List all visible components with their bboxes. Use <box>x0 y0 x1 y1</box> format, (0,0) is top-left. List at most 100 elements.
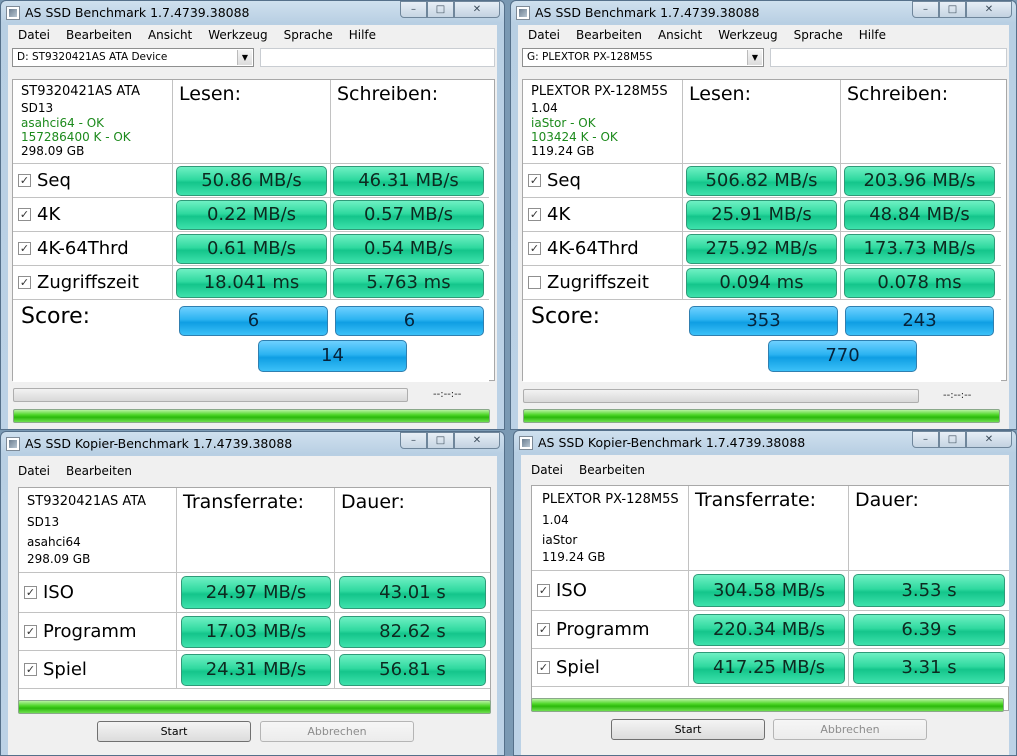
close-button[interactable]: ✕ <box>966 431 1012 448</box>
menu-sprache[interactable]: Sprache <box>276 25 341 45</box>
drive-info: PLEXTOR PX-128M5S 1.04 iaStor - OK 10342… <box>523 80 683 164</box>
title-bar[interactable]: AS SSD Benchmark 1.7.4739.38088 – □ ✕ <box>511 1 1016 25</box>
menu-hilfe[interactable]: Hilfe <box>851 25 894 45</box>
4k-checkbox[interactable]: ✓ <box>528 208 541 221</box>
zugriffszeit-checkbox[interactable]: ✓ <box>18 276 31 289</box>
4k-write-value: 48.84 MB/s <box>844 200 995 230</box>
4k-checkbox[interactable]: ✓ <box>18 208 31 221</box>
menu-datei[interactable]: Datei <box>523 455 571 485</box>
row-4k: ✓ 4K <box>13 198 173 232</box>
close-button[interactable]: ✕ <box>966 1 1012 18</box>
score-total: 770 <box>768 340 917 372</box>
driver-name: iaStor <box>542 533 578 547</box>
app-icon <box>519 436 533 450</box>
row-4k-64thrd: ✓ 4K-64Thrd <box>523 232 683 266</box>
4k-read-value: 0.22 MB/s <box>176 200 327 230</box>
programm-checkbox[interactable]: ✓ <box>24 625 37 638</box>
menu-bearbeiten[interactable]: Bearbeiten <box>568 25 650 45</box>
copy-results-grid: ST9320421AS ATA SD13 asahci64 298.09 GB … <box>18 487 491 712</box>
progress-bar-total <box>523 409 1000 423</box>
copy-progress-bar <box>531 698 1004 712</box>
row-label: 4K <box>547 204 571 225</box>
row-label: 4K-64Thrd <box>37 238 129 259</box>
cancel-button[interactable]: Abbrechen <box>773 719 927 740</box>
progress-bar-current <box>13 388 408 402</box>
benchmark-window-right: AS SSD Benchmark 1.7.4739.38088 – □ ✕ Da… <box>510 0 1017 430</box>
window-title: AS SSD Kopier-Benchmark 1.7.4739.38088 <box>25 436 293 451</box>
window-client: Datei Bearbeiten ST9320421AS ATA SD13 as… <box>8 456 497 755</box>
window-client: Datei Bearbeiten Ansicht Werkzeug Sprach… <box>518 25 1009 429</box>
menu-hilfe[interactable]: Hilfe <box>341 25 384 45</box>
status-textbox[interactable] <box>770 48 1007 67</box>
row-label: Zugriffszeit <box>37 272 139 293</box>
zugriffszeit-checkbox[interactable] <box>528 276 541 289</box>
app-icon <box>6 437 20 451</box>
menu-sprache[interactable]: Sprache <box>786 25 851 45</box>
programm-checkbox[interactable]: ✓ <box>537 623 550 636</box>
spiel-rate-value: 417.25 MB/s <box>693 652 845 684</box>
menu-datei[interactable]: Datei <box>520 25 568 45</box>
row-label: Programm <box>43 621 137 642</box>
menu-datei[interactable]: Datei <box>10 25 58 45</box>
close-button[interactable]: ✕ <box>454 1 500 18</box>
menu-bearbeiten[interactable]: Bearbeiten <box>58 25 140 45</box>
menu-datei[interactable]: Datei <box>10 456 58 486</box>
seq-checkbox[interactable]: ✓ <box>18 174 31 187</box>
drive-capacity: 119.24 GB <box>542 550 606 564</box>
row-programm: ✓ Programm <box>19 613 177 651</box>
iso-checkbox[interactable]: ✓ <box>537 584 550 597</box>
menu-ansicht[interactable]: Ansicht <box>650 25 710 45</box>
chevron-down-icon[interactable]: ▼ <box>747 50 762 65</box>
maximize-button[interactable]: □ <box>939 431 966 448</box>
maximize-button[interactable]: □ <box>427 1 454 18</box>
progress-bar-current <box>523 389 919 403</box>
drive-firmware: SD13 <box>27 515 60 529</box>
row-seq: ✓ Seq <box>13 164 173 198</box>
4k-64thrd-write-value: 0.54 MB/s <box>333 234 484 264</box>
spiel-checkbox[interactable]: ✓ <box>24 663 37 676</box>
drive-model: PLEXTOR PX-128M5S <box>531 84 668 99</box>
status-textbox[interactable] <box>260 48 495 67</box>
title-bar[interactable]: AS SSD Kopier-Benchmark 1.7.4739.38088 –… <box>514 431 1016 455</box>
start-button[interactable]: Start <box>611 719 765 740</box>
spiel-checkbox[interactable]: ✓ <box>537 661 550 674</box>
title-bar[interactable]: AS SSD Benchmark 1.7.4739.38088 – □ ✕ <box>1 1 504 25</box>
score-read: 6 <box>179 306 328 336</box>
drive-select-value: D: ST9320421AS ATA Device <box>17 51 168 63</box>
title-bar[interactable]: AS SSD Kopier-Benchmark 1.7.4739.38088 –… <box>1 432 504 456</box>
minimize-button[interactable]: – <box>400 1 427 18</box>
4k-64thrd-checkbox[interactable]: ✓ <box>18 242 31 255</box>
copy-benchmark-window-left: AS SSD Kopier-Benchmark 1.7.4739.38088 –… <box>0 431 505 756</box>
menu-werkzeug[interactable]: Werkzeug <box>710 25 785 45</box>
drive-select[interactable]: G: PLEXTOR PX-128M5S ▼ <box>522 48 764 67</box>
row-4k-64thrd: ✓ 4K-64Thrd <box>13 232 173 266</box>
menu-ansicht[interactable]: Ansicht <box>140 25 200 45</box>
minimize-button[interactable]: – <box>912 431 939 448</box>
start-button[interactable]: Start <box>97 721 251 742</box>
minimize-button[interactable]: – <box>400 432 427 449</box>
window-client: Datei Bearbeiten PLEXTOR PX-128M5S 1.04 … <box>521 455 1009 755</box>
4k-64thrd-checkbox[interactable]: ✓ <box>528 242 541 255</box>
chevron-down-icon[interactable]: ▼ <box>237 50 252 65</box>
seq-checkbox[interactable]: ✓ <box>528 174 541 187</box>
drive-select[interactable]: D: ST9320421AS ATA Device ▼ <box>12 48 254 67</box>
menu-bearbeiten[interactable]: Bearbeiten <box>571 455 653 485</box>
minimize-button[interactable]: – <box>912 1 939 18</box>
row-label: Programm <box>556 619 650 640</box>
row-label: Seq <box>547 170 581 191</box>
maximize-button[interactable]: □ <box>939 1 966 18</box>
copy-progress-bar <box>18 700 491 714</box>
drive-select-value: G: PLEXTOR PX-128M5S <box>527 51 653 63</box>
row-zugriffszeit: Zugriffszeit <box>523 266 683 300</box>
row-zugriffszeit: ✓ Zugriffszeit <box>13 266 173 300</box>
iso-checkbox[interactable]: ✓ <box>24 586 37 599</box>
menu-werkzeug[interactable]: Werkzeug <box>200 25 275 45</box>
close-button[interactable]: ✕ <box>454 432 500 449</box>
4k-64thrd-read-value: 0.61 MB/s <box>176 234 327 264</box>
menu-bearbeiten[interactable]: Bearbeiten <box>58 456 140 486</box>
progress-bar-total <box>13 409 490 423</box>
cancel-button[interactable]: Abbrechen <box>260 721 414 742</box>
benchmark-window-left: AS SSD Benchmark 1.7.4739.38088 – □ ✕ Da… <box>0 0 505 430</box>
maximize-button[interactable]: □ <box>427 432 454 449</box>
4k-64thrd-read-value: 275.92 MB/s <box>686 234 837 264</box>
